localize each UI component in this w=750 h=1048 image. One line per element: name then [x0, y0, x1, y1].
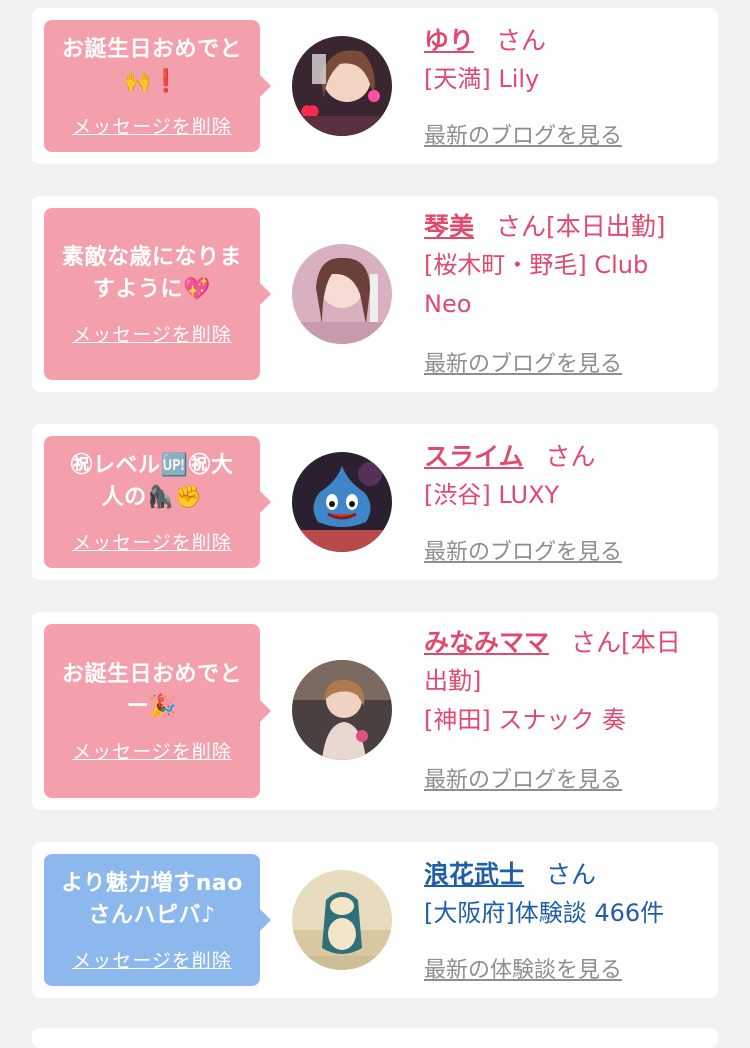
- latest-blog-link[interactable]: 最新のブログを見る: [424, 762, 622, 794]
- avatar[interactable]: [292, 870, 392, 970]
- message-bubble: ㊗レベル🆙㊗大 人の🦍✊ メッセージを削除: [44, 436, 271, 568]
- profile-info: 浪花武士 さん [大阪府]体験談 466件 最新の体験談を見る: [424, 856, 706, 983]
- profile-info: 琴美 さん[本日出勤] [桜木町・野毛] Club Neo 最新のブログを見る: [424, 208, 706, 377]
- message-bubble: より魅力増すnao さんハピバ♪ メッセージを削除: [44, 854, 271, 986]
- honorific: さん[本日出勤]: [496, 212, 666, 241]
- message-card: お誕生日おめでと ー🎉 メッセージを削除 みなみママ さん[本日 出勤] [神田]…: [32, 612, 718, 810]
- profile-name-link[interactable]: 浪花武士: [424, 860, 524, 889]
- message-bubble: お誕生日おめでと ー🎉 メッセージを削除: [44, 624, 271, 798]
- delete-message-link[interactable]: メッセージを削除: [72, 112, 232, 139]
- honorific: さん: [496, 26, 547, 55]
- profile-info: ゆり さん [天満] Lily 最新のブログを見る: [424, 22, 706, 149]
- avatar[interactable]: [292, 452, 392, 552]
- message-card: お誕生日おめでと 🙌❗ メッセージを削除 ゆり さん [天満] Lily 最新のブ…: [32, 8, 718, 164]
- profile-name-link[interactable]: スライム: [424, 442, 524, 471]
- message-text: 素敵な歳になりま すように💖: [61, 244, 242, 302]
- message-text: ㊗レベル🆙㊗大 人の🦍✊: [70, 452, 234, 510]
- delete-message-link[interactable]: メッセージを削除: [72, 320, 232, 347]
- honorific: さん: [546, 860, 597, 889]
- review-count: [大阪府]体験談 466件: [424, 899, 665, 927]
- avatar[interactable]: [292, 660, 392, 760]
- honorific: さん: [545, 442, 596, 471]
- shop-location: [天満] Lily: [424, 65, 540, 93]
- message-text: お誕生日おめでと ー🎉: [61, 661, 242, 719]
- message-card: [32, 1028, 718, 1048]
- message-card: ㊗レベル🆙㊗大 人の🦍✊ メッセージを削除 スライム さん [渋谷] LUXY 最…: [32, 424, 718, 580]
- profile-name-link[interactable]: ゆり: [424, 26, 474, 55]
- delete-message-link[interactable]: メッセージを削除: [72, 737, 232, 764]
- profile-info: スライム さん [渋谷] LUXY 最新のブログを見る: [424, 438, 706, 565]
- message-card: 素敵な歳になりま すように💖 メッセージを削除 琴美 さん[本日出勤] [桜木町・…: [32, 196, 718, 392]
- avatar[interactable]: [292, 36, 392, 136]
- honorific: さん[本日: [571, 628, 681, 657]
- profile-info: みなみママ さん[本日 出勤] [神田] スナック 奏 最新のブログを見る: [424, 624, 706, 793]
- shop-location: [桜木町・野毛] Club Neo: [424, 251, 649, 318]
- shop-location: [渋谷] LUXY: [424, 481, 560, 509]
- delete-message-link[interactable]: メッセージを削除: [72, 946, 232, 973]
- latest-blog-link[interactable]: 最新のブログを見る: [424, 118, 622, 150]
- message-bubble: お誕生日おめでと 🙌❗ メッセージを削除: [44, 20, 271, 152]
- delete-message-link[interactable]: メッセージを削除: [72, 528, 232, 555]
- avatar[interactable]: [292, 244, 392, 344]
- latest-blog-link[interactable]: 最新のブログを見る: [424, 346, 622, 378]
- message-bubble: 素敵な歳になりま すように💖 メッセージを削除: [44, 208, 271, 380]
- message-text: より魅力増すnao さんハピバ♪: [61, 870, 243, 928]
- message-text: お誕生日おめでと 🙌❗: [61, 36, 242, 94]
- profile-name-link[interactable]: 琴美: [424, 212, 474, 241]
- latest-review-link[interactable]: 最新の体験談を見る: [424, 952, 622, 984]
- latest-blog-link[interactable]: 最新のブログを見る: [424, 534, 622, 566]
- shop-location: 出勤] [神田] スナック 奏: [424, 667, 626, 734]
- message-card: より魅力増すnao さんハピバ♪ メッセージを削除 浪花武士 さん [大阪府]体験…: [32, 842, 718, 998]
- profile-name-link[interactable]: みなみママ: [424, 628, 549, 657]
